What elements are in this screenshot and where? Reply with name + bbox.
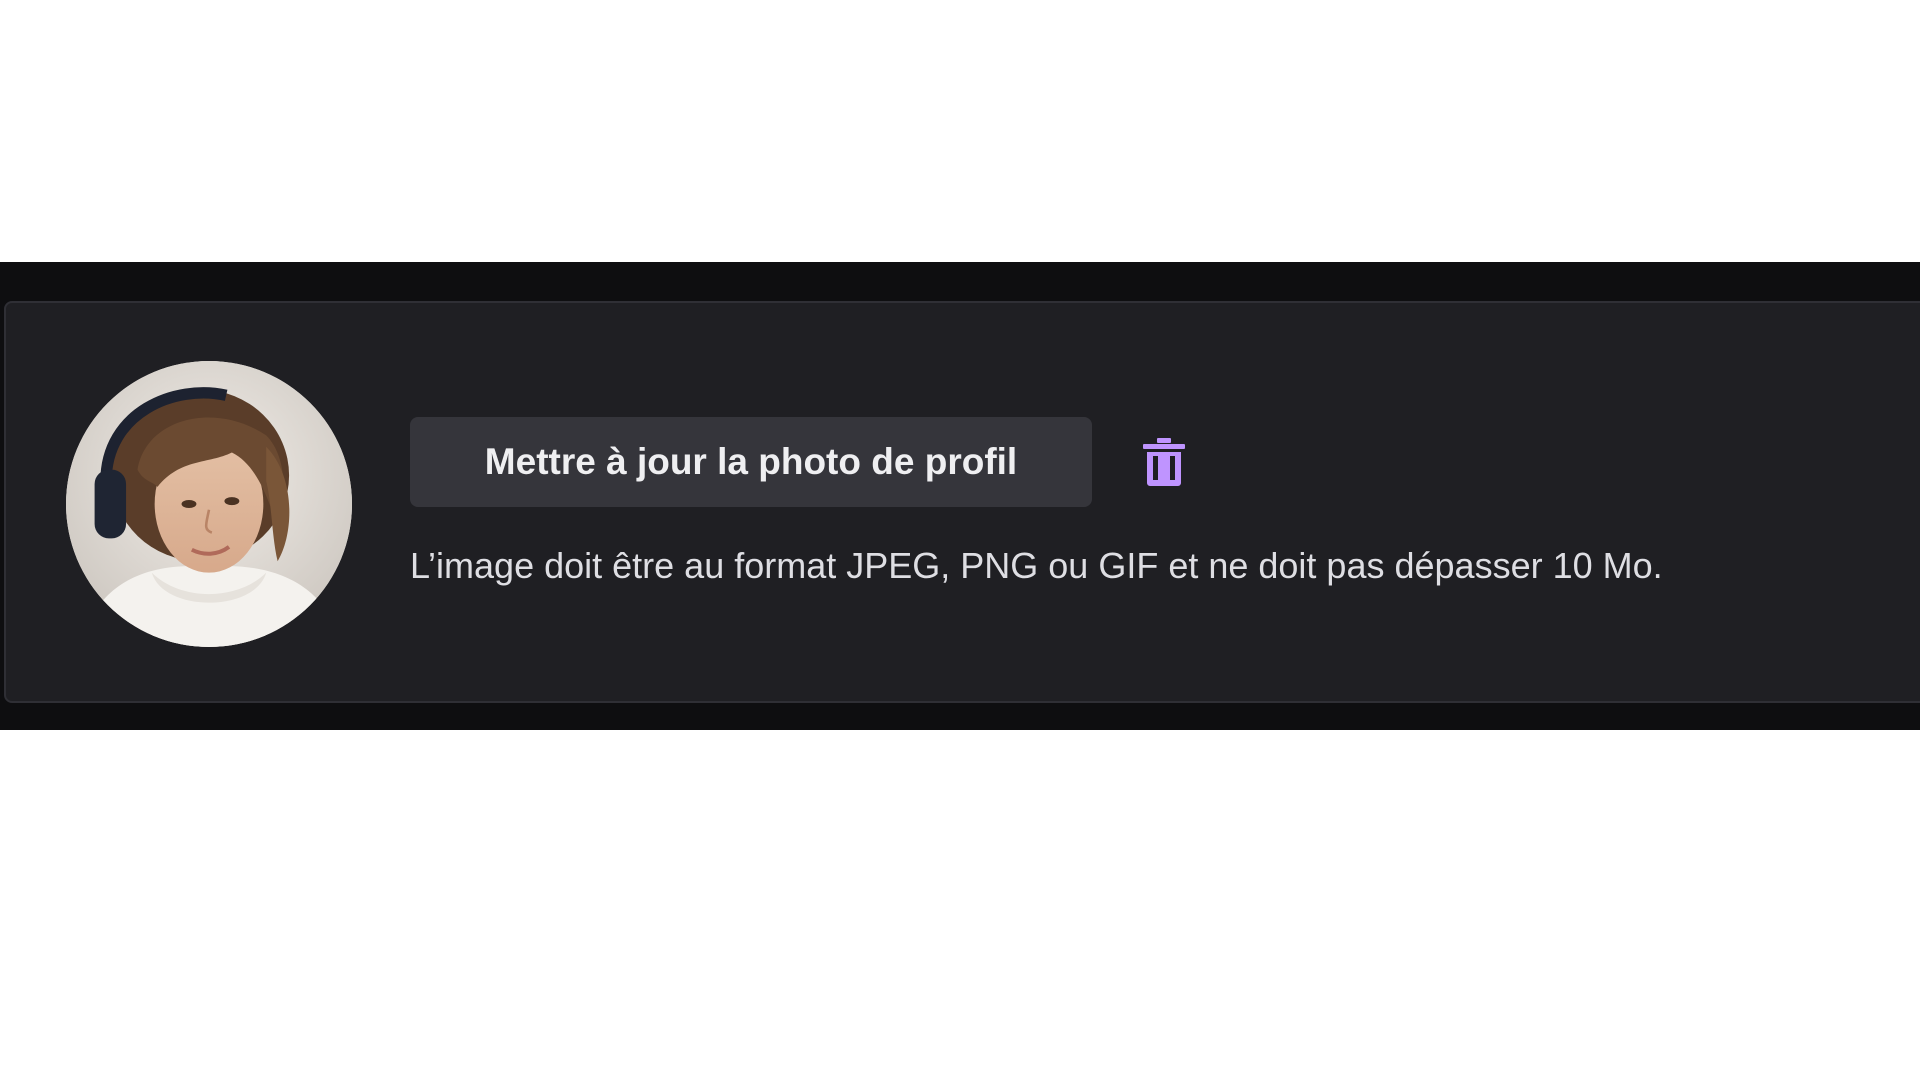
update-profile-photo-button[interactable]: Mettre à jour la photo de profil	[410, 417, 1092, 507]
profile-picture-card: Mettre à jour la photo de profil L’image…	[4, 301, 1920, 703]
trash-icon	[1143, 438, 1185, 486]
avatar	[66, 361, 352, 647]
settings-page-band: Mettre à jour la photo de profil L’image…	[0, 262, 1920, 730]
photo-format-hint: L’image doit être au format JPEG, PNG ou…	[410, 545, 1663, 586]
update-profile-photo-label: Mettre à jour la photo de profil	[484, 441, 1018, 482]
delete-profile-photo-button[interactable]	[1134, 431, 1194, 493]
